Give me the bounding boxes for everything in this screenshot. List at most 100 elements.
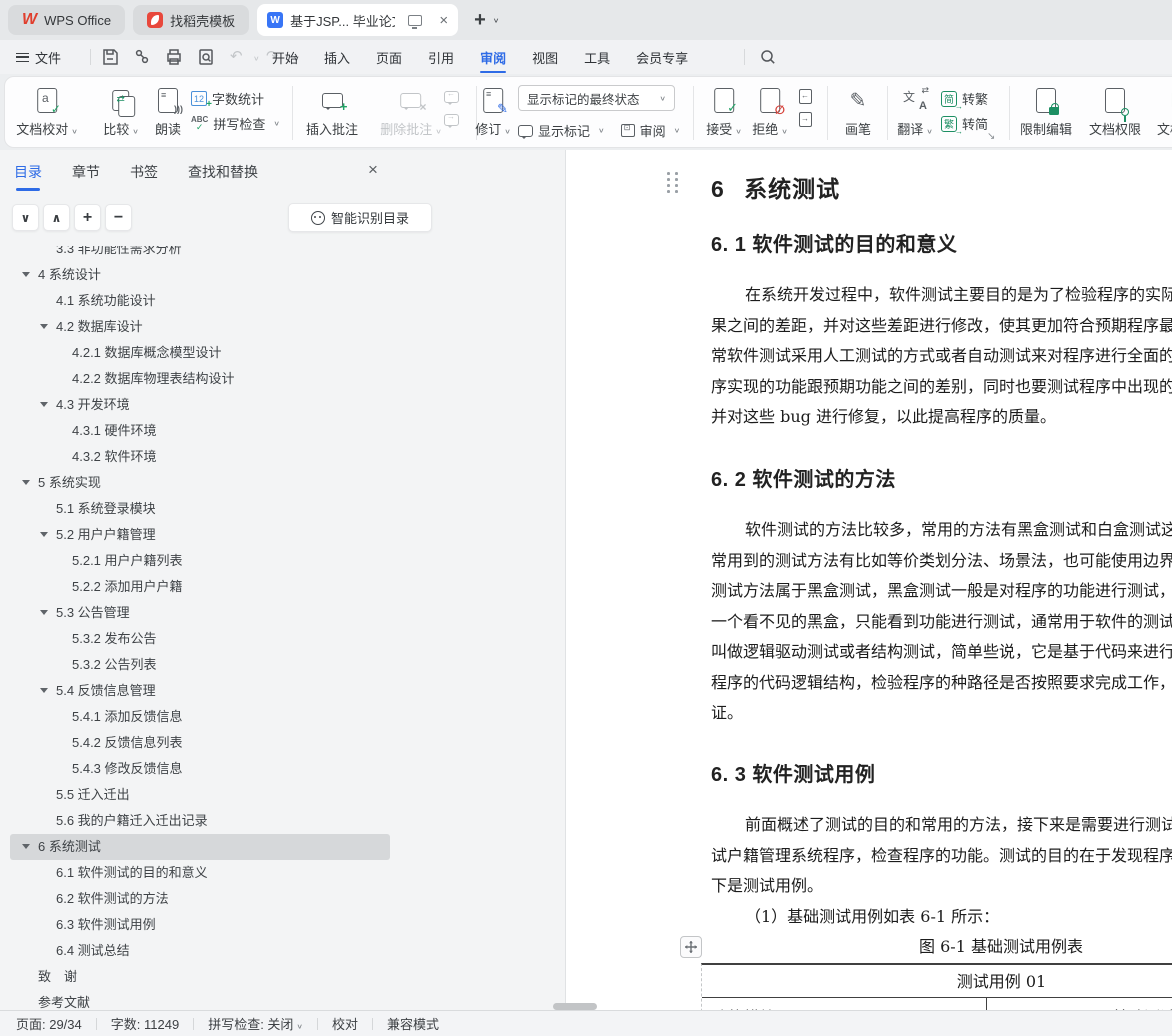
restrict-edit-button[interactable]: 限制编辑 <box>1020 86 1072 138</box>
toc-item[interactable]: 4.1 系统功能设计 <box>10 288 390 314</box>
toc-expand-arrow-icon[interactable] <box>40 610 48 619</box>
menu-item-6[interactable]: 视图 <box>519 40 571 74</box>
horizontal-scrollbar-thumb[interactable] <box>553 1003 597 1010</box>
translate-button[interactable]: 文 A ⇄ 翻译 ∨ <box>897 85 933 138</box>
print-button[interactable] <box>164 47 184 67</box>
review-button[interactable]: ⊡ 审阅 ∨ <box>620 121 680 140</box>
toc-item[interactable]: 5.2 用户户籍管理 <box>10 522 390 548</box>
toc-expand-arrow-icon[interactable] <box>22 844 30 853</box>
toc-item[interactable]: 6.4 测试总结 <box>10 938 390 964</box>
toc-item[interactable]: 4.2.2 数据库物理表结构设计 <box>10 366 390 392</box>
smart-toc-button[interactable]: 智能识别目录 <box>288 203 432 232</box>
table-cell[interactable]: 功能模块 <box>702 998 987 1010</box>
menu-item-1[interactable]: 开始 <box>259 40 311 74</box>
undo-button[interactable]: ↶ <box>230 47 250 67</box>
spell-check-status[interactable]: 拼写检查: 关闭 ∨ <box>208 1014 303 1033</box>
toc-item[interactable]: 4.3.2 软件环境 <box>10 444 390 470</box>
toc-item[interactable]: 4 系统设计 <box>10 262 390 288</box>
toc-item[interactable]: 5.2.1 用户户籍列表 <box>10 548 390 574</box>
tab-close-icon[interactable]: × <box>439 13 448 28</box>
table-cell[interactable]: 基础测试 <box>987 998 1172 1010</box>
table-header-cell[interactable]: 测试用例 01 <box>702 965 1172 998</box>
table-move-handle[interactable] <box>680 936 702 958</box>
toc-item[interactable]: 3.3 非功能性需求分析 <box>10 246 390 262</box>
tab-bookmarks[interactable]: 书签 <box>130 162 158 191</box>
proofread-button[interactable]: 校对 <box>332 1014 358 1033</box>
simplified-to-traditional-button[interactable]: 简 转繁 <box>941 89 988 111</box>
menu-item-5[interactable]: 审阅 <box>467 40 519 74</box>
menu-item-8[interactable]: 会员专享 <box>623 40 701 74</box>
toc-item[interactable]: 5.5 迁入迁出 <box>10 782 390 808</box>
new-tab-button[interactable]: + <box>474 9 486 32</box>
tab-wps-office[interactable]: W WPS Office <box>8 5 126 35</box>
tab-chapters[interactable]: 章节 <box>72 162 100 191</box>
insert-comment-button[interactable]: + 插入批注 <box>306 86 358 138</box>
expand-all-button[interactable]: ∨ <box>12 204 39 231</box>
toc-item[interactable]: 5.3.2 公告列表 <box>10 652 390 678</box>
toc-expand-arrow-icon[interactable] <box>40 324 48 333</box>
save-button[interactable] <box>100 47 120 67</box>
doc-final-button[interactable]: ✓ 文档定稿 <box>1157 86 1172 138</box>
print-preview-button[interactable] <box>196 47 216 67</box>
accept-button[interactable]: ✓ 接受 ∨ <box>706 86 742 138</box>
toc-item[interactable]: 5.4.3 修改反馈信息 <box>10 756 390 782</box>
toc-item[interactable]: 5 系统实现 <box>10 470 390 496</box>
toc-item[interactable]: 5.4 反馈信息管理 <box>10 678 390 704</box>
file-menu[interactable]: 文件 <box>16 40 61 74</box>
next-comment-button[interactable]: → <box>443 111 460 128</box>
toc-item[interactable]: 6.1 软件测试的目的和意义 <box>10 860 390 886</box>
menu-item-7[interactable]: 工具 <box>571 40 623 74</box>
toc-item[interactable]: 5.4.1 添加反馈信息 <box>10 704 390 730</box>
doc-proof-button[interactable]: a ✓ 文档校对 ∨ <box>16 86 78 138</box>
track-changes-button[interactable]: ≡ ✎ 修订 ∨ <box>475 86 511 138</box>
toc-item[interactable]: 5.3 公告管理 <box>10 600 390 626</box>
tab-document[interactable]: W 基于JSP... 毕业论文 × <box>257 4 459 36</box>
menu-item-2[interactable]: 插入 <box>311 40 363 74</box>
toc-expand-arrow-icon[interactable] <box>40 532 48 541</box>
toc-item[interactable]: 4.2 数据库设计 <box>10 314 390 340</box>
toc-item[interactable]: 5.3.2 发布公告 <box>10 626 390 652</box>
zoom-out-outline-button[interactable]: − <box>105 204 132 231</box>
reject-button[interactable]: ∅ 拒绝 ∨ <box>752 86 788 138</box>
toc-item[interactable]: 致 谢 <box>10 964 390 990</box>
toc-expand-arrow-icon[interactable] <box>40 402 48 411</box>
menu-item-3[interactable]: 页面 <box>363 40 415 74</box>
tab-list-chevron-icon[interactable]: ∨ <box>493 16 500 24</box>
panel-close-icon[interactable]: × <box>368 160 378 180</box>
markup-state-dropdown[interactable]: 显示标记的最终状态 ∨ <box>518 85 675 111</box>
read-aloud-button[interactable]: ≡))) 朗读 <box>155 86 183 138</box>
previous-change-button[interactable]: ← <box>797 88 814 105</box>
toc-expand-arrow-icon[interactable] <box>22 480 30 489</box>
next-change-button[interactable]: → <box>797 111 814 128</box>
toc-item[interactable]: 6.2 软件测试的方法 <box>10 886 390 912</box>
menu-item-4[interactable]: 引用 <box>415 40 467 74</box>
previous-comment-button[interactable]: ← <box>443 88 460 105</box>
toc-item[interactable]: 5.2.2 添加用户户籍 <box>10 574 390 600</box>
doc-permission-button[interactable]: 文档权限 <box>1089 86 1141 138</box>
search-icon[interactable] <box>758 47 778 67</box>
toc-item[interactable]: 参考文献 <box>10 990 390 1010</box>
toc-item[interactable]: 5.6 我的户籍迁入迁出记录 <box>10 808 390 834</box>
delete-comment-button[interactable]: × 删除批注 ∨ <box>380 86 442 138</box>
export-button[interactable] <box>132 47 152 67</box>
tab-find-replace[interactable]: 查找和替换 <box>188 162 258 191</box>
traditional-to-simplified-button[interactable]: 繁 转简 <box>941 114 988 136</box>
word-count-indicator[interactable]: 字数: 11249 <box>111 1014 179 1033</box>
word-count-button[interactable]: 12 字数统计 <box>191 89 280 110</box>
collapse-all-button[interactable]: ∧ <box>43 204 70 231</box>
page-indicator[interactable]: 页面: 29/34 <box>16 1014 82 1033</box>
toc-item[interactable]: 6.3 软件测试用例 <box>10 912 390 938</box>
toc-item[interactable]: 5.4.2 反馈信息列表 <box>10 730 390 756</box>
pen-button[interactable]: ✎ 画笔 <box>845 86 871 138</box>
toc-item[interactable]: 4.3 开发环境 <box>10 392 390 418</box>
test-case-table[interactable]: 测试用例 01 功能模块 基础测试 <box>701 963 1172 1010</box>
tab-toc[interactable]: 目录 <box>14 162 42 191</box>
group-expand-icon[interactable]: ↘ <box>987 131 995 142</box>
spell-check-button[interactable]: ABC ✓ 拼写检查 ∨ <box>191 114 280 133</box>
toc-item[interactable]: 4.2.1 数据库概念模型设计 <box>10 340 390 366</box>
document-page[interactable]: 6 系统测试 图 6-1 基础测试用例表 测试用例 01 功能模块 基础测试 6… <box>565 150 1172 1010</box>
tab-docer-templates[interactable]: 找稻壳模板 <box>133 5 250 35</box>
paragraph-drag-handle-icon[interactable] <box>667 172 681 198</box>
monitor-icon[interactable] <box>408 14 423 29</box>
toc-item[interactable]: 4.3.1 硬件环境 <box>10 418 390 444</box>
